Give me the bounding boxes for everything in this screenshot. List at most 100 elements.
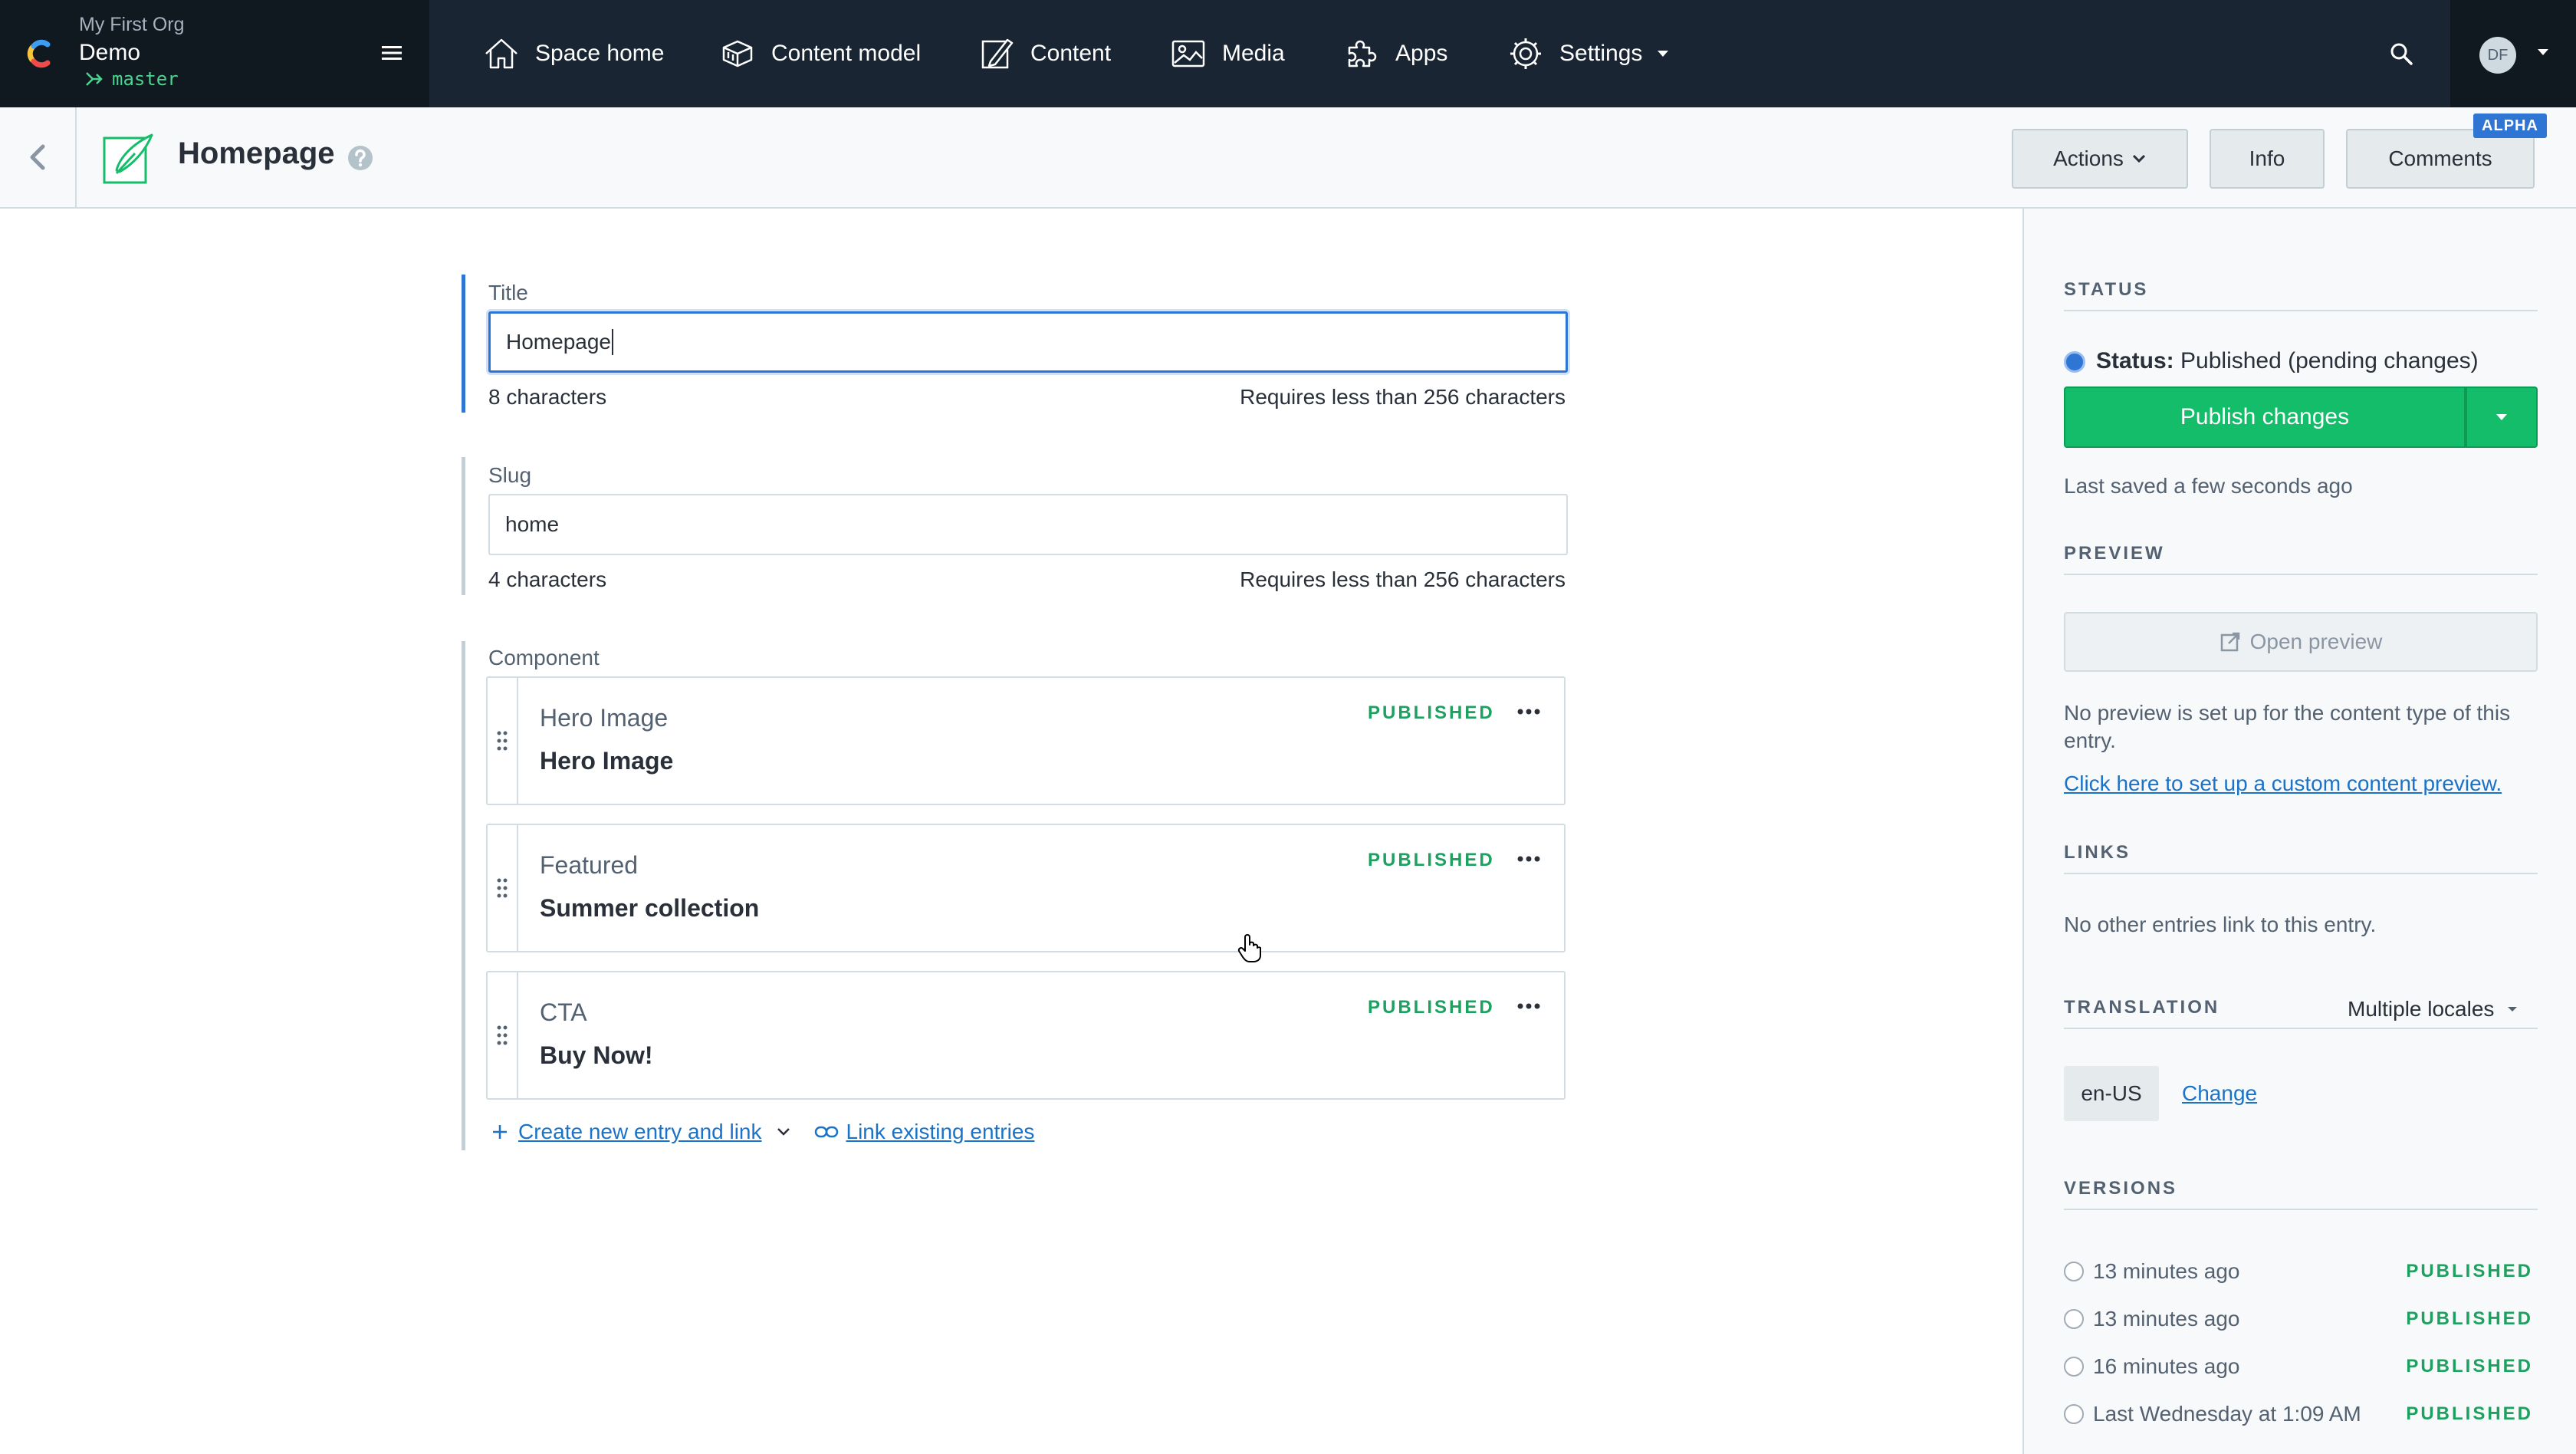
locale-pill: en-US <box>2064 1066 2159 1121</box>
puzzle-icon <box>1348 40 1377 67</box>
environment-indicator: master <box>84 68 179 90</box>
nav-space-home[interactable]: Space home <box>481 0 664 107</box>
version-row[interactable]: 13 minutes ago PUBLISHED <box>2064 1256 2555 1287</box>
version-status: PUBLISHED <box>2406 1356 2533 1377</box>
link-icon <box>814 1126 838 1138</box>
nav-content[interactable]: Content <box>977 0 1111 107</box>
publish-options-button[interactable] <box>2466 387 2538 448</box>
change-locale-link[interactable]: Change <box>2182 1081 2257 1106</box>
more-actions-icon[interactable] <box>1516 854 1541 864</box>
preview-heading: PREVIEW <box>2064 543 2538 575</box>
reference-actions: Create new entry and link Link existing … <box>491 1117 1034 1147</box>
content-model-icon <box>722 40 753 67</box>
space-name: Demo <box>79 40 141 65</box>
caret-down-icon <box>2538 49 2548 55</box>
version-time: 13 minutes ago <box>2093 1307 2240 1331</box>
nav-media[interactable]: Media <box>1168 0 1285 107</box>
version-radio[interactable] <box>2064 1309 2084 1329</box>
slug-value: home <box>505 512 560 536</box>
setup-preview-link[interactable]: Click here to set up a custom content pr… <box>2064 771 2502 796</box>
locale-mode-select[interactable]: Multiple locales <box>2348 997 2518 1021</box>
drag-handle[interactable] <box>488 825 518 951</box>
nav-label: Space home <box>535 41 665 66</box>
entry-title: Hero Image <box>540 747 674 775</box>
version-row[interactable]: 16 minutes ago PUBLISHED <box>2064 1351 2555 1382</box>
entry-icon <box>103 133 153 184</box>
search-icon[interactable] <box>2386 38 2417 69</box>
nav-label: Apps <box>1395 41 1448 66</box>
entry-card[interactable]: CTA Buy Now! PUBLISHED <box>486 971 1566 1100</box>
version-row[interactable]: 13 minutes ago PUBLISHED <box>2064 1304 2555 1334</box>
nav-label: Content <box>1030 41 1112 66</box>
slug-char-count: 4 characters <box>488 567 607 591</box>
title-value: Homepage <box>506 330 611 354</box>
link-existing-entries-link[interactable]: Link existing entries <box>846 1120 1035 1144</box>
title-char-count: 8 characters <box>488 385 607 409</box>
slug-input[interactable]: home <box>488 494 1568 555</box>
contentful-logo-icon <box>27 39 51 68</box>
drag-handle[interactable] <box>488 678 518 804</box>
drag-handle[interactable] <box>488 972 518 1098</box>
nav-label: Media <box>1222 41 1285 66</box>
title-field: Title Homepage 8 characters Requires les… <box>462 275 1568 413</box>
entry-content-type: CTA <box>540 998 587 1026</box>
home-icon <box>485 38 518 69</box>
more-actions-icon[interactable] <box>1516 707 1541 716</box>
version-time: 13 minutes ago <box>2093 1259 2240 1283</box>
avatar: DF <box>2479 37 2516 74</box>
org-name: My First Org <box>79 14 185 35</box>
space-switcher[interactable]: My First Org Demo master <box>0 0 429 107</box>
entry-content-type: Hero Image <box>540 704 669 732</box>
slug-field: Slug home 4 characters Requires less tha… <box>462 457 1568 595</box>
version-row[interactable]: Last Wednesday at 1:09 AM PUBLISHED <box>2064 1399 2555 1429</box>
chevron-down-icon[interactable] <box>776 1127 791 1137</box>
drag-handle-icon <box>497 1025 508 1045</box>
nav-label: Content model <box>771 41 922 66</box>
component-label: Component <box>488 646 600 669</box>
more-actions-icon[interactable] <box>1516 1002 1541 1011</box>
locale-mode-value: Multiple locales <box>2348 997 2495 1021</box>
status-dot <box>2064 351 2085 373</box>
status-badge: PUBLISHED <box>1368 702 1495 723</box>
create-new-entry-link[interactable]: Create new entry and link <box>518 1120 762 1144</box>
chevron-down-icon <box>2132 154 2145 163</box>
user-menu[interactable]: DF <box>2450 0 2576 107</box>
nav-apps[interactable]: Apps <box>1342 0 1447 107</box>
page-title: Homepage <box>178 137 335 170</box>
actions-button[interactable]: Actions <box>2012 129 2188 189</box>
nav-settings[interactable]: Settings <box>1506 0 1670 107</box>
hand-cursor-icon <box>1237 934 1261 962</box>
nav-content-model[interactable]: Content model <box>718 0 921 107</box>
publish-changes-button[interactable]: Publish changes <box>2064 387 2466 448</box>
hamburger-menu-icon[interactable] <box>379 40 405 66</box>
preview-note: No preview is set up for the content typ… <box>2064 701 2511 752</box>
caret-down-icon <box>2508 1007 2518 1012</box>
chevron-left-icon <box>30 144 45 170</box>
entry-title: Buy Now! <box>540 1041 653 1069</box>
version-radio[interactable] <box>2064 1262 2084 1281</box>
alpha-badge: ALPHA <box>2473 113 2547 138</box>
version-radio[interactable] <box>2064 1404 2084 1424</box>
top-navigation: My First Org Demo master Space home Cont… <box>0 0 2576 107</box>
info-button[interactable]: Info <box>2210 129 2325 189</box>
slug-char-limit: Requires less than 256 characters <box>1240 567 1566 591</box>
entry-card[interactable]: Featured Summer collection PUBLISHED <box>486 824 1566 952</box>
version-status: PUBLISHED <box>2406 1261 2533 1281</box>
back-button[interactable] <box>0 107 77 207</box>
version-status: PUBLISHED <box>2406 1308 2533 1329</box>
status-heading: STATUS <box>2064 279 2538 311</box>
gear-icon <box>1510 38 1541 69</box>
entry-header: Homepage Actions Info Comments <box>0 107 2576 209</box>
drag-handle-icon <box>497 731 508 751</box>
version-radio[interactable] <box>2064 1357 2084 1377</box>
open-preview-button[interactable]: Open preview <box>2064 612 2538 672</box>
status-label: Status: <box>2096 348 2174 373</box>
entry-card[interactable]: Hero Image Hero Image PUBLISHED <box>486 676 1566 805</box>
branch-icon <box>86 72 103 86</box>
version-status: PUBLISHED <box>2406 1403 2533 1424</box>
entry-title: Summer collection <box>540 894 760 922</box>
version-time: Last Wednesday at 1:09 AM <box>2093 1402 2361 1426</box>
content-icon <box>981 38 1014 69</box>
title-input[interactable]: Homepage <box>488 311 1568 373</box>
help-icon[interactable] <box>347 144 374 172</box>
